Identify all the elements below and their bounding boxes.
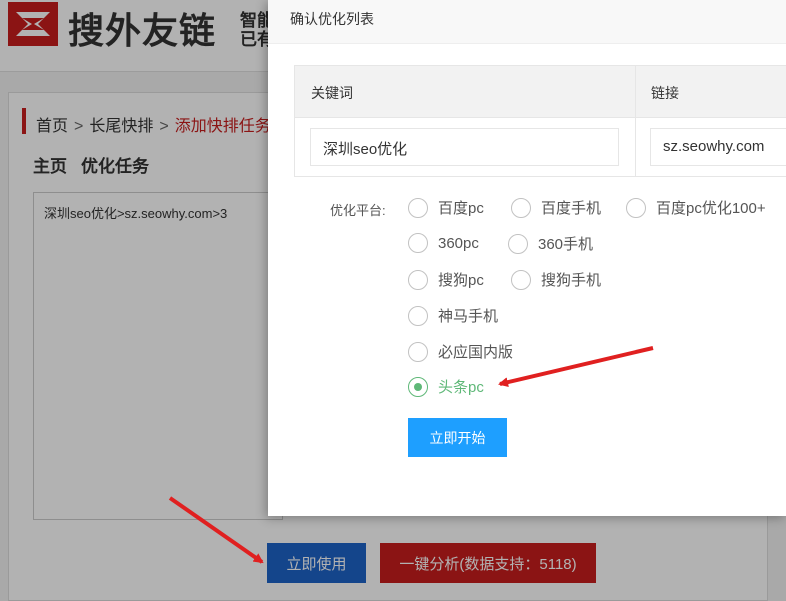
radio-shenma-mobile[interactable]: 神马手机 (408, 305, 498, 326)
radio-circle[interactable] (408, 269, 428, 290)
radio-bing-cn[interactable]: 必应国内版 (408, 341, 513, 362)
radio-circle[interactable] (511, 197, 531, 218)
radio-circle[interactable] (408, 197, 428, 218)
radio-label: 头条pc (438, 379, 484, 396)
radio-label: 搜狗手机 (541, 272, 602, 289)
radio-label: 360pc (438, 234, 479, 252)
radio-label: 搜狗pc (438, 272, 484, 289)
radio-360-pc[interactable]: 360pc (408, 233, 479, 253)
radio-label: 必应国内版 (438, 344, 514, 361)
modal-title: 确认优化列表 (290, 11, 374, 27)
column-header-keyword: 关键词 (311, 85, 353, 101)
radio-baidu-mobile[interactable]: 百度手机 (511, 197, 601, 218)
optimize-table: 关键词 链接 深圳seo优化 sz.seowhy.com (294, 65, 786, 177)
radio-circle[interactable] (626, 197, 646, 218)
radio-label: 百度pc (438, 200, 484, 217)
platform-label: 优化平台: (330, 203, 386, 218)
column-header-link: 链接 (651, 85, 679, 101)
keyword-input[interactable]: 深圳seo优化 (310, 128, 619, 166)
radio-sogou-mobile[interactable]: 搜狗手机 (511, 269, 601, 290)
table-divider (635, 66, 636, 176)
radio-label: 百度pc优化100+ (656, 200, 766, 217)
modal-header: 确认优化列表 (268, 0, 786, 44)
table-header (295, 66, 786, 118)
radio-circle[interactable] (408, 341, 428, 362)
radio-circle[interactable] (511, 269, 531, 290)
radio-label: 百度手机 (541, 200, 602, 217)
radio-360-mobile[interactable]: 360手机 (508, 233, 593, 254)
link-input[interactable]: sz.seowhy.com (650, 128, 786, 166)
radio-baidu-pc-100[interactable]: 百度pc优化100+ (626, 197, 766, 218)
radio-circle[interactable] (408, 233, 428, 253)
radio-baidu-pc[interactable]: 百度pc (408, 197, 484, 218)
confirm-modal: 确认优化列表 关键词 链接 深圳seo优化 sz.seowhy.com 优化平台… (268, 0, 786, 516)
start-now-button[interactable]: 立即开始 (408, 418, 507, 457)
radio-toutiao-pc[interactable]: 头条pc (408, 376, 484, 397)
radio-sogou-pc[interactable]: 搜狗pc (408, 269, 484, 290)
radio-label: 360手机 (538, 236, 594, 253)
radio-label: 神马手机 (438, 308, 499, 325)
radio-circle[interactable] (408, 305, 428, 326)
radio-circle[interactable] (408, 376, 428, 397)
radio-circle[interactable] (508, 233, 528, 254)
